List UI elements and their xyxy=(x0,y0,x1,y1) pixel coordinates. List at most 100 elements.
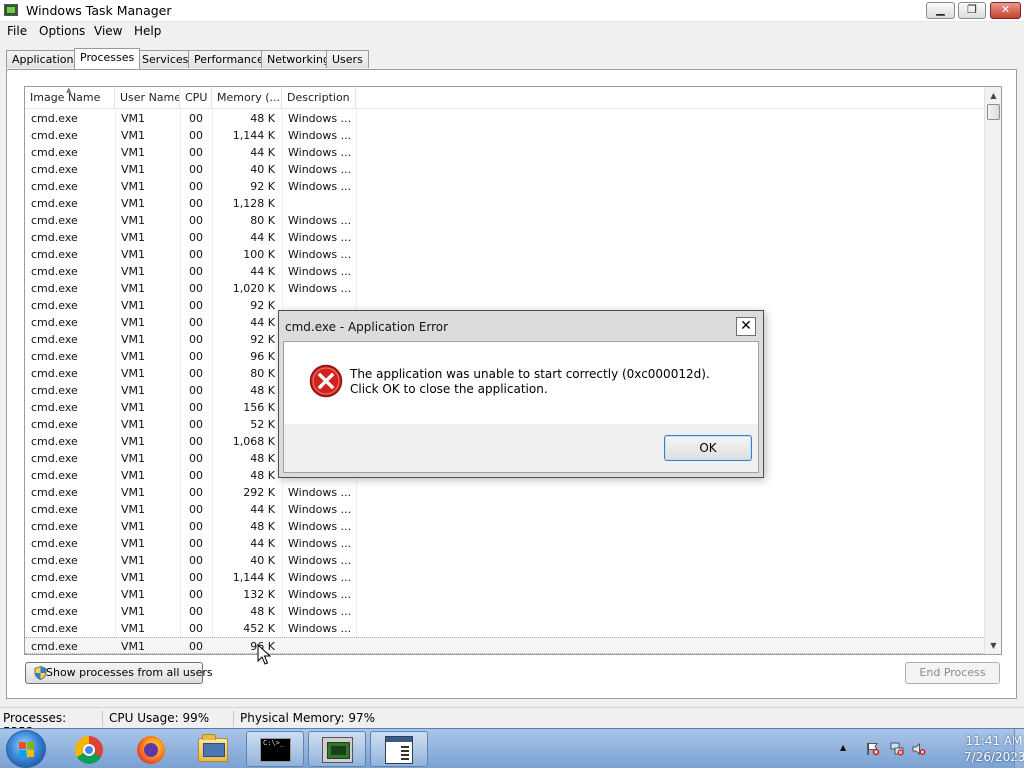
table-row[interactable]: cmd.exe VM1 00 48 K Windows ... xyxy=(25,603,985,620)
end-process-button[interactable]: End Process xyxy=(905,662,1000,684)
table-row[interactable]: cmd.exe VM1 00 100 K Windows ... xyxy=(25,246,985,263)
network-icon[interactable] xyxy=(890,742,904,756)
image-name-cell: cmd.exe xyxy=(31,282,78,295)
user-name-cell: VM1 xyxy=(121,605,146,618)
menu-file[interactable]: File xyxy=(7,24,27,38)
table-row[interactable]: cmd.exe VM1 00 44 K Windows ... xyxy=(25,229,985,246)
table-row[interactable]: cmd.exe VM1 00 292 K Windows ... xyxy=(25,484,985,501)
column-user-name[interactable]: User Name xyxy=(115,87,180,109)
description-cell: Windows ... xyxy=(288,571,352,584)
memory-cell: 48 K xyxy=(250,469,275,482)
cpu-cell: 00 xyxy=(189,265,203,278)
cpu-cell: 00 xyxy=(189,316,203,329)
user-name-cell: VM1 xyxy=(121,554,146,567)
user-name-cell: VM1 xyxy=(121,469,146,482)
list-header: ▲ Image Name User Name CPU Memory (... D… xyxy=(25,87,985,109)
memory-cell: 44 K xyxy=(250,146,275,159)
start-button[interactable] xyxy=(6,730,46,768)
table-row[interactable]: cmd.exe VM1 00 48 K Windows ... xyxy=(25,110,985,127)
action-center-flag-icon[interactable] xyxy=(866,742,880,756)
table-row[interactable]: cmd.exe VM1 00 1,144 K Windows ... xyxy=(25,569,985,586)
user-name-cell: VM1 xyxy=(121,588,146,601)
status-cpu-usage: CPU Usage: 99% xyxy=(109,711,234,727)
taskbar-chrome[interactable] xyxy=(60,731,118,767)
image-name-cell: cmd.exe xyxy=(31,571,78,584)
menu-options[interactable]: Options xyxy=(39,24,85,38)
tab-services[interactable]: Services xyxy=(136,50,195,68)
column-description[interactable]: Description xyxy=(282,87,356,109)
close-window-button[interactable]: ✕ xyxy=(990,2,1021,19)
table-row[interactable]: cmd.exe VM1 00 44 K Windows ... xyxy=(25,144,985,161)
memory-cell: 48 K xyxy=(250,520,275,533)
table-row[interactable]: cmd.exe VM1 00 96 K xyxy=(25,637,985,654)
user-name-cell: VM1 xyxy=(121,452,146,465)
memory-cell: 132 K xyxy=(243,588,275,601)
table-row[interactable]: cmd.exe VM1 00 40 K Windows ... xyxy=(25,552,985,569)
sort-ascending-icon: ▲ xyxy=(66,87,72,94)
taskbar: C:\>_ ▲ 11:41 AM 7/26/2023 xyxy=(0,728,1024,768)
scroll-thumb[interactable] xyxy=(987,104,1000,120)
cpu-cell: 00 xyxy=(189,384,203,397)
image-name-cell: cmd.exe xyxy=(31,163,78,176)
volume-muted-icon[interactable] xyxy=(912,742,926,756)
cpu-cell: 00 xyxy=(189,435,203,448)
tab-performance[interactable]: Performance xyxy=(188,50,270,68)
scroll-down-arrow-icon[interactable]: ▼ xyxy=(985,637,1001,654)
show-desktop-button[interactable] xyxy=(1014,729,1024,768)
table-row[interactable]: cmd.exe VM1 00 44 K Windows ... xyxy=(25,535,985,552)
table-row[interactable]: cmd.exe VM1 00 452 K Windows ... xyxy=(25,620,985,637)
user-name-cell: VM1 xyxy=(121,163,146,176)
vertical-scrollbar[interactable]: ▲ ▼ xyxy=(984,87,1001,654)
cpu-cell: 00 xyxy=(189,282,203,295)
description-cell: Windows ... xyxy=(288,265,352,278)
user-name-cell: VM1 xyxy=(121,350,146,363)
user-name-cell: VM1 xyxy=(121,180,146,193)
table-row[interactable]: cmd.exe VM1 00 48 K Windows ... xyxy=(25,518,985,535)
taskbar-firefox[interactable] xyxy=(122,731,180,767)
image-name-cell: cmd.exe xyxy=(31,588,78,601)
show-all-processes-button[interactable]: Show processes from all users xyxy=(25,662,213,684)
table-row[interactable]: cmd.exe VM1 00 80 K Windows ... xyxy=(25,212,985,229)
maximize-button[interactable]: ❐ xyxy=(958,2,986,19)
error-icon xyxy=(309,364,343,398)
dialog-close-button[interactable]: ✕ xyxy=(736,317,756,336)
tab-users[interactable]: Users xyxy=(326,50,369,68)
user-name-cell: VM1 xyxy=(121,418,146,431)
image-name-cell: cmd.exe xyxy=(31,146,78,159)
ok-button[interactable]: OK xyxy=(664,435,752,461)
table-row[interactable]: cmd.exe VM1 00 40 K Windows ... xyxy=(25,161,985,178)
user-name-cell: VM1 xyxy=(121,214,146,227)
table-row[interactable]: cmd.exe VM1 00 1,020 K Windows ... xyxy=(25,280,985,297)
column-image-name[interactable]: ▲ Image Name xyxy=(25,87,115,109)
taskbar-task-manager[interactable] xyxy=(308,731,366,767)
menu-view[interactable]: View xyxy=(94,24,122,38)
user-name-cell: VM1 xyxy=(121,282,146,295)
user-name-cell: VM1 xyxy=(121,197,146,210)
column-cpu[interactable]: CPU xyxy=(180,87,212,109)
image-name-cell: cmd.exe xyxy=(31,129,78,142)
user-name-cell: VM1 xyxy=(121,503,146,516)
table-row[interactable]: cmd.exe VM1 00 44 K Windows ... xyxy=(25,263,985,280)
tab-processes[interactable]: Processes xyxy=(74,48,141,69)
tab-networking[interactable]: Networking xyxy=(261,50,336,68)
table-row[interactable]: cmd.exe VM1 00 1,144 K Windows ... xyxy=(25,127,985,144)
column-memory[interactable]: Memory (... xyxy=(212,87,282,109)
description-cell: Windows ... xyxy=(288,622,352,635)
image-name-cell: cmd.exe xyxy=(31,384,78,397)
user-name-cell: VM1 xyxy=(121,571,146,584)
taskbar-cmd[interactable]: C:\>_ xyxy=(246,731,304,767)
table-row[interactable]: cmd.exe VM1 00 44 K Windows ... xyxy=(25,501,985,518)
table-row[interactable]: cmd.exe VM1 00 92 K Windows ... xyxy=(25,178,985,195)
menu-help[interactable]: Help xyxy=(134,24,161,38)
table-row[interactable]: cmd.exe VM1 00 1,128 K xyxy=(25,195,985,212)
minimize-button[interactable]: ▁ xyxy=(926,2,955,19)
taskbar-file-explorer[interactable] xyxy=(184,731,242,767)
description-cell: Windows ... xyxy=(288,180,352,193)
table-row[interactable]: cmd.exe VM1 00 132 K Windows ... xyxy=(25,586,985,603)
cpu-cell: 00 xyxy=(189,197,203,210)
scroll-up-arrow-icon[interactable]: ▲ xyxy=(985,87,1001,104)
image-name-cell: cmd.exe xyxy=(31,503,78,516)
image-name-cell: cmd.exe xyxy=(31,367,78,380)
show-hidden-icons-icon[interactable]: ▲ xyxy=(840,743,846,752)
taskbar-document[interactable] xyxy=(370,731,428,767)
